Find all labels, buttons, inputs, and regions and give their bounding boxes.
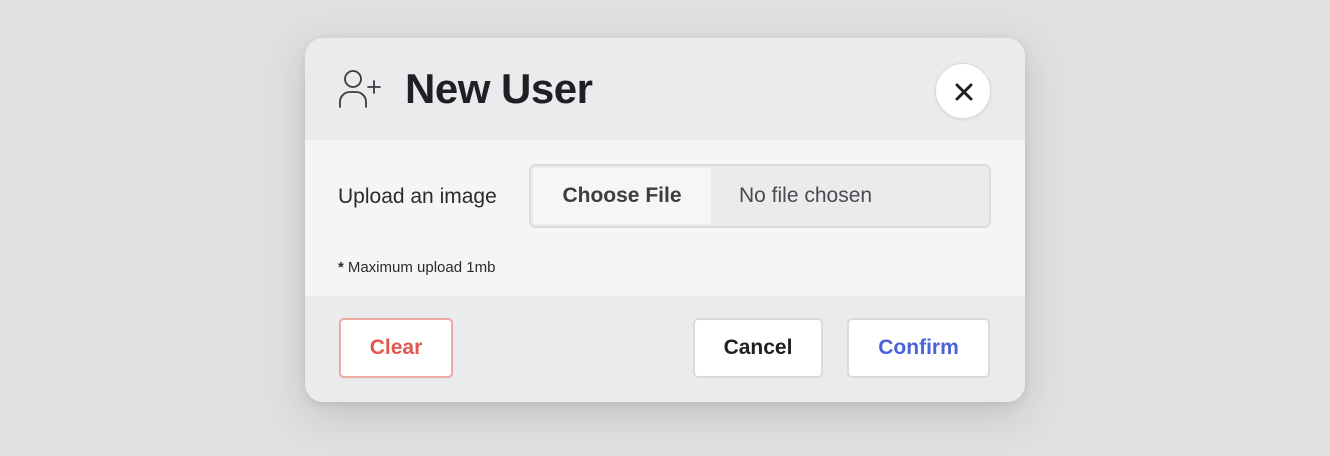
dialog-footer: Clear Cancel Confirm	[305, 296, 1025, 402]
dialog-title: New User	[405, 65, 593, 112]
choose-file-button[interactable]: Choose File	[533, 168, 711, 224]
confirm-button[interactable]: Confirm	[847, 318, 990, 378]
note-marker: *	[338, 259, 344, 276]
upload-limit-note: * Maximum upload 1mb	[338, 258, 495, 278]
page-backdrop: New User Upload an image Choose File No …	[0, 0, 1330, 456]
dialog-body: Upload an image Choose File No file chos…	[305, 140, 1025, 296]
upload-label: Upload an image	[338, 185, 497, 208]
note-text: Maximum upload 1mb	[347, 259, 496, 276]
file-input[interactable]: Choose File No file chosen	[529, 164, 991, 228]
file-status-text: No file chosen	[739, 184, 873, 207]
dialog-header: New User	[305, 38, 1025, 140]
new-user-dialog: New User Upload an image Choose File No …	[305, 38, 1025, 402]
cancel-button[interactable]: Cancel	[693, 318, 823, 378]
close-icon	[955, 83, 973, 101]
clear-button[interactable]: Clear	[339, 318, 453, 378]
close-button[interactable]	[935, 63, 991, 119]
user-plus-icon	[338, 69, 384, 109]
